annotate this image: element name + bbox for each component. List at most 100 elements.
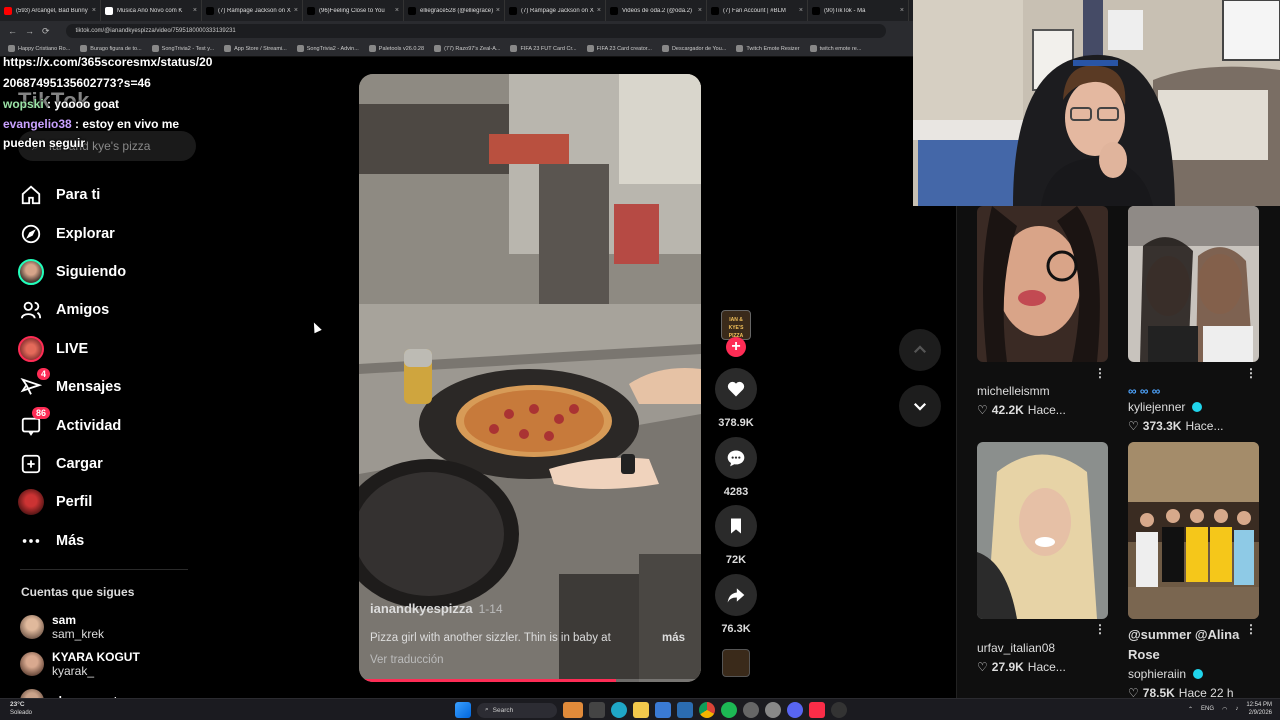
comment-icon[interactable] [715, 437, 757, 479]
sidebar-item-actividad[interactable]: 86 Actividad [18, 406, 198, 444]
folder-icon[interactable] [633, 702, 649, 718]
xbox-icon[interactable] [743, 702, 759, 718]
bookmark-item[interactable]: SongTrivia2 - Advin... [296, 45, 359, 52]
windows-start-icon[interactable] [455, 702, 471, 718]
suggested-thumbnail [977, 206, 1108, 362]
video-player[interactable]: ianandkyespizza 1-14 Pizza girl with anot… [359, 74, 701, 682]
more-options-icon[interactable]: ⋮ [1094, 366, 1106, 380]
address-bar[interactable]: tiktok.com/@ianandkyespizza/video/759518… [65, 24, 886, 38]
next-video-button[interactable] [899, 385, 941, 427]
sidebar-item-amigos[interactable]: Amigos [18, 291, 198, 329]
browser-tab[interactable]: (7) Fan Account | #BLM × [707, 0, 808, 21]
task-view-icon[interactable] [589, 702, 605, 718]
webcam-overlay [913, 0, 1280, 206]
share-count: 76.3K [721, 623, 751, 635]
share-icon[interactable] [715, 574, 757, 616]
bookmark-item[interactable]: Paletools v26.0.28 [368, 45, 425, 52]
bookmark-label: Paletools v26.0.28 [378, 45, 425, 52]
volume-icon[interactable]: ♪ [1235, 706, 1238, 712]
following-item[interactable]: sam sam_krek [20, 608, 200, 645]
close-icon[interactable]: × [92, 7, 96, 14]
forward-icon[interactable]: → [25, 26, 34, 37]
bookmark-item[interactable]: Descargador de You... [661, 45, 726, 52]
sidebar-item-live[interactable]: LIVE [18, 330, 198, 368]
sidebar-item-perfil[interactable]: Perfil [18, 483, 198, 521]
bookmark-icon[interactable] [715, 505, 757, 547]
music-icon[interactable] [809, 702, 825, 718]
bookmark-favicon-icon [224, 45, 232, 52]
close-icon[interactable]: × [900, 7, 904, 14]
suggested-time: Hace... [1027, 660, 1066, 674]
clock[interactable]: 12:54 PM 2/9/2026 [1246, 701, 1272, 717]
obs-icon[interactable] [831, 702, 847, 718]
mail-icon[interactable] [677, 702, 693, 718]
suggested-card[interactable]: michelleismm ♡ 42.2K Hace... ⋮ [977, 206, 1108, 417]
language-indicator[interactable]: ENG [1201, 706, 1214, 712]
bookmark-item[interactable]: FIFA 23 Card creator... [586, 45, 652, 52]
back-icon[interactable]: ← [8, 26, 17, 37]
bookmark-item[interactable]: Happy Cristiano Ro... [8, 45, 70, 52]
browser-tab[interactable]: (593) Arcangel, Bad Bunny × [0, 0, 101, 21]
creator-avatar[interactable]: IAN & KYE'S PIZZA [721, 310, 751, 340]
close-icon[interactable]: × [597, 7, 601, 14]
close-icon[interactable]: × [698, 7, 702, 14]
comment-action[interactable]: 4283 [715, 437, 757, 498]
close-icon[interactable]: × [294, 7, 298, 14]
more-options-icon[interactable]: ⋮ [1245, 622, 1257, 636]
bookmark-item[interactable]: Burago figura de to... [80, 45, 142, 52]
video-author[interactable]: ianandkyespizza 1-14 [370, 601, 503, 616]
browser-tab[interactable]: (7) Rampage Jackson on X × [202, 0, 303, 21]
bookmark-item[interactable]: SongTrivia2 - Test y... [151, 45, 214, 52]
caption-more-button[interactable]: más [662, 632, 685, 644]
close-icon[interactable]: × [395, 7, 399, 14]
previous-video-button[interactable] [899, 329, 941, 371]
weather-widget[interactable]: 23°C Soleado [10, 701, 32, 717]
like-action[interactable]: 378.9K [715, 368, 757, 429]
bookmark-item[interactable]: (77) Razo97's Zeal-A... [434, 45, 500, 52]
more-options-icon[interactable]: ⋮ [1094, 622, 1106, 636]
follow-plus-button[interactable]: + [726, 337, 746, 357]
sidebar-item-cargar[interactable]: Cargar [18, 445, 198, 483]
browser-tab[interactable]: (96)Feeling Close to You × [303, 0, 404, 21]
music-disc-icon[interactable] [722, 649, 750, 677]
translate-button[interactable]: Ver traducción [370, 654, 444, 666]
browser-tab[interactable]: (7) Rampage Jackson on X × [505, 0, 606, 21]
discord-icon[interactable] [787, 702, 803, 718]
suggested-card[interactable]: urfav_italian08 ♡ 27.9K Hace... ⋮ [977, 442, 1108, 674]
wifi-icon[interactable]: ◠ [1222, 706, 1227, 713]
taskbar-search[interactable]: ⌕ Search [477, 702, 557, 718]
more-options-icon[interactable]: ⋮ [1245, 366, 1257, 380]
bookmark-item[interactable]: twitch emote re... [809, 45, 861, 52]
sidebar-item-siguiendo[interactable]: Siguiendo [18, 253, 198, 291]
browser-tab[interactable]: Videos de oda.2 (@oda.2) × [606, 0, 707, 21]
bookmark-item[interactable]: App Store / Streami... [224, 45, 287, 52]
save-action[interactable]: 72K [715, 505, 757, 566]
browser-tab[interactable]: elliegrace528 (@elliegrace) × [404, 0, 505, 21]
heart-icon[interactable] [715, 368, 757, 410]
share-action[interactable]: 76.3K [715, 574, 757, 635]
close-icon[interactable]: × [496, 7, 500, 14]
close-icon[interactable]: × [799, 7, 803, 14]
app-icon[interactable] [765, 702, 781, 718]
suggested-card[interactable]: ∞ ∞ ∞ kyliejenner ♡ 373.3K Hace... ⋮ [1128, 206, 1259, 433]
close-icon[interactable]: × [193, 7, 197, 14]
tray-chevron-icon[interactable]: ⌃ [1188, 706, 1193, 713]
reload-icon[interactable]: ⟳ [42, 26, 50, 37]
sidebar-item-mensajes[interactable]: 4 Mensajes [18, 368, 198, 406]
webcam-image [913, 0, 1280, 206]
sidebar-item-para-ti[interactable]: Para ti [18, 176, 198, 214]
pizza-widget-icon[interactable] [563, 702, 583, 718]
bookmark-item[interactable]: Twitch Emote Resizer [736, 45, 800, 52]
browser-tab[interactable]: Musica Ano Novo com K × [101, 0, 202, 21]
browser-tab[interactable]: (90)TikTok - Ma × [808, 0, 909, 21]
chrome-icon[interactable] [699, 702, 715, 718]
store-icon[interactable] [655, 702, 671, 718]
following-item[interactable]: KYARA KOGUT kyarak_ [20, 645, 200, 682]
suggested-card[interactable]: @summer @Alina Rose sophieraiin ♡ 78.5K Ha… [1128, 442, 1259, 700]
sidebar-item-explorar[interactable]: Explorar [18, 214, 198, 252]
spotify-icon[interactable] [721, 702, 737, 718]
edge-icon[interactable] [611, 702, 627, 718]
bookmark-item[interactable]: FIFA 23 FUT Card Cr... [510, 45, 577, 52]
sidebar-item-mas[interactable]: Más [18, 522, 198, 560]
video-progress-bar[interactable] [359, 679, 701, 682]
